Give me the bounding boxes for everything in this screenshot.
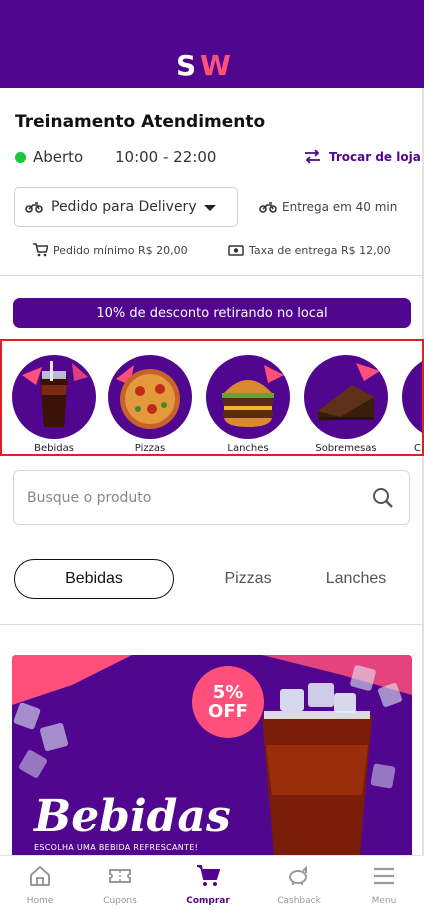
cart-icon bbox=[197, 865, 220, 886]
category-icon bbox=[402, 355, 422, 439]
nav-label: Menu bbox=[371, 896, 397, 906]
category-sobremesas[interactable]: Sobremesas bbox=[302, 355, 390, 454]
burger-icon bbox=[206, 355, 290, 439]
category-carousel[interactable]: Bebidas Pizzas Lanches Sobremesas C bbox=[0, 339, 424, 456]
app-header: S W bbox=[0, 0, 424, 88]
search-icon[interactable] bbox=[372, 487, 394, 509]
delivery-eta: Entrega em 40 min bbox=[259, 200, 397, 214]
search-input[interactable]: Busque o produto bbox=[13, 470, 410, 525]
svg-text:W: W bbox=[200, 49, 231, 80]
nav-label: Comprar bbox=[186, 896, 230, 906]
money-icon bbox=[228, 245, 244, 256]
section-divider bbox=[0, 275, 424, 276]
motorcycle-icon bbox=[25, 202, 43, 213]
store-name: Treinamento Atendimento bbox=[15, 112, 266, 132]
motorcycle-icon bbox=[259, 202, 277, 213]
cake-icon bbox=[304, 355, 388, 439]
min-order-text: Pedido mínimo R$ 20,00 bbox=[53, 243, 188, 257]
tab-pizzas[interactable]: Pizzas bbox=[208, 559, 288, 599]
store-hours: 10:00 - 22:00 bbox=[115, 148, 217, 166]
sw-logo: S W bbox=[176, 49, 231, 80]
order-mode-select[interactable]: Pedido para Delivery bbox=[14, 187, 238, 227]
open-status-dot bbox=[15, 152, 26, 163]
chevron-down-icon bbox=[204, 205, 216, 211]
switch-store-label: Trocar de loja bbox=[329, 149, 421, 164]
pizza-icon bbox=[108, 355, 192, 439]
nav-label: Cupons bbox=[103, 896, 137, 906]
nav-home[interactable]: Home bbox=[0, 864, 80, 906]
nav-label: Cashback bbox=[277, 896, 321, 906]
soda-glass-icon bbox=[12, 355, 96, 439]
category-label: Pizzas bbox=[134, 443, 166, 454]
nav-menu[interactable]: Menu bbox=[344, 864, 424, 906]
category-label: C bbox=[414, 443, 421, 454]
delivery-fee-text: Taxa de entrega R$ 12,00 bbox=[249, 243, 391, 257]
banner-subtitle: ESCOLHA UMA BEBIDA REFRESCANTE! bbox=[34, 843, 199, 852]
section-divider bbox=[0, 624, 424, 625]
swap-arrows-icon bbox=[305, 149, 320, 164]
discount-badge: 5% OFF bbox=[192, 683, 264, 721]
cart-icon bbox=[33, 243, 48, 257]
tab-bebidas[interactable]: Bebidas bbox=[14, 559, 174, 599]
tab-lanches[interactable]: Lanches bbox=[314, 559, 398, 599]
menu-icon bbox=[374, 867, 394, 885]
delivery-fee-info: Taxa de entrega R$ 12,00 bbox=[228, 243, 391, 257]
nav-label: Home bbox=[26, 896, 54, 906]
category-tabs: Bebidas Pizzas Lanches bbox=[0, 559, 424, 599]
category-label: Lanches bbox=[227, 443, 269, 454]
search-placeholder: Busque o produto bbox=[27, 490, 152, 506]
nav-comprar[interactable]: Comprar bbox=[168, 864, 248, 906]
piggy-bank-icon bbox=[289, 865, 307, 885]
ticket-icon bbox=[109, 869, 131, 883]
banner-title: Bebidas bbox=[34, 791, 231, 842]
store-status: Aberto bbox=[33, 148, 84, 166]
category-label: Sobremesas bbox=[315, 443, 377, 454]
discount-off: OFF bbox=[208, 701, 248, 722]
delivery-eta-text: Entrega em 40 min bbox=[282, 200, 398, 214]
nav-cashback[interactable]: Cashback bbox=[259, 864, 339, 906]
bebidas-promo-banner[interactable]: 5% OFF Bebidas ESCOLHA UMA BEBIDA REFRES… bbox=[12, 655, 412, 855]
category-label: Bebidas bbox=[34, 443, 74, 454]
nav-cupons[interactable]: Cupons bbox=[80, 864, 160, 906]
category-bebidas[interactable]: Bebidas bbox=[10, 355, 98, 454]
min-order-info: Pedido mínimo R$ 20,00 bbox=[32, 243, 188, 257]
svg-text:S: S bbox=[176, 49, 196, 80]
discount-percent: 5% bbox=[212, 682, 244, 703]
bottom-nav: Home Cupons Comprar Cashback Menu bbox=[0, 855, 424, 920]
category-partial[interactable]: C bbox=[400, 355, 422, 454]
order-mode-value: Pedido para Delivery bbox=[51, 199, 197, 215]
home-icon bbox=[30, 866, 50, 886]
pickup-discount-banner[interactable]: 10% de desconto retirando no local bbox=[13, 298, 411, 328]
category-lanches[interactable]: Lanches bbox=[204, 355, 292, 454]
category-pizzas[interactable]: Pizzas bbox=[106, 355, 194, 454]
switch-store-link[interactable]: Trocar de loja bbox=[304, 149, 421, 164]
